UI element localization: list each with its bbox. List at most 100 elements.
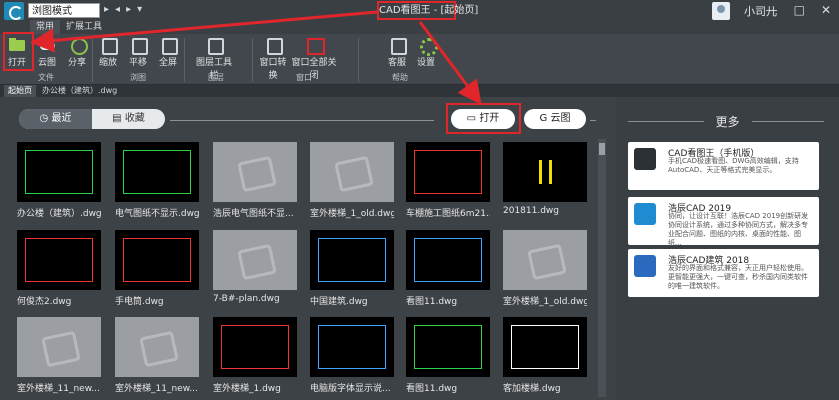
file-tile[interactable]: 手电筒.dwg (115, 230, 199, 307)
file-thumbnail (503, 317, 587, 377)
cloud-button[interactable]: 云图 (34, 36, 60, 68)
file-tile[interactable]: 中国建筑.dwg (310, 230, 394, 307)
mode-select[interactable]: 浏图模式 (28, 3, 100, 18)
file-name: 电气图纸不显示.dwg (115, 209, 199, 219)
file-name: 何俊杰2.dwg (17, 297, 72, 307)
divider (252, 38, 253, 82)
file-tile[interactable]: 7-B#-plan.dwg (213, 230, 297, 304)
recent-favorites-toggle: ◷ 最近 ▤ 收藏 (19, 109, 165, 129)
fullscreen-label: 全屏 (158, 58, 177, 68)
avatar[interactable] (712, 2, 730, 20)
product-card-gstarcad[interactable]: 浩辰CAD 2019 协同，让设计互联！浩辰CAD 2019创新研发协同设计系统… (628, 197, 819, 247)
tab-extended-tools[interactable]: 扩展工具 (60, 20, 108, 34)
file-name: 看图11.dwg (406, 384, 458, 394)
divider (590, 120, 596, 121)
cad-preview (318, 238, 386, 282)
window-switch-label: 窗口转换 (259, 58, 287, 81)
close-all-icon (305, 36, 325, 55)
file-tile[interactable]: 室外楼梯_1.dwg (213, 317, 297, 394)
cloud-g-icon: G (539, 113, 551, 124)
bookmark-icon: ▤ (112, 113, 125, 124)
cad-preview (511, 325, 579, 369)
file-thumbnail (115, 142, 199, 202)
file-tile[interactable]: 电气图纸不显示.dwg (115, 142, 199, 219)
share-button[interactable]: 分享 (64, 36, 90, 68)
file-tile[interactable]: 电脑版字体显示说... (310, 317, 394, 394)
product-card-mobile[interactable]: CAD看图王（手机版） 手机CAD极速看图、DWG高效编辑，支持AutoCAD、… (628, 142, 819, 190)
file-tile[interactable]: 201811.dwg (503, 142, 587, 216)
file-thumbnail-placeholder (503, 230, 587, 290)
app-logo-icon[interactable] (4, 2, 24, 20)
cloud-drawing-label: 云图 (550, 113, 571, 124)
file-tile[interactable]: 室外楼梯_11_new... (115, 317, 199, 394)
close-button[interactable]: ✕ (821, 3, 831, 17)
tab-start-page[interactable]: 起始页 (4, 85, 36, 97)
quick-access-toolbar: ▸ ◂ ▸ ▾ (104, 4, 142, 15)
divider (184, 38, 185, 82)
product-card-architecture[interactable]: 浩辰CAD建筑 2018 友好的界面和格式兼容，天正用户轻松使用。更智能更强大，… (628, 249, 819, 297)
window-switch-button[interactable]: 窗口转换 (257, 36, 289, 81)
dropdown-icon[interactable]: ▾ (137, 4, 142, 15)
support-button[interactable]: 客服 (384, 36, 410, 68)
pan-label: 平移 (128, 58, 147, 68)
cad-preview (25, 150, 93, 194)
file-name: 中国建筑.dwg (310, 297, 368, 307)
file-tile[interactable]: 室外楼梯_1_old.dwg (503, 230, 587, 307)
window-title: CAD看图王 - [起始页] (377, 1, 478, 20)
file-thumbnail (213, 317, 297, 377)
file-name: 7-B#-plan.dwg (213, 294, 280, 304)
card-description: 友好的界面和格式兼容，天正用户轻松使用。更智能更强大，一键可查，秒杀国内同类软件… (668, 264, 808, 290)
file-thumbnail-placeholder (310, 142, 394, 202)
cad-preview (25, 238, 93, 282)
open-folder-icon[interactable]: ▸ (104, 4, 109, 15)
favorites-label: 收藏 (124, 113, 145, 124)
file-name: 手电筒.dwg (115, 297, 164, 307)
cad-preview (539, 160, 542, 184)
file-tile[interactable]: 车棚施工图纸6m21... (406, 142, 490, 219)
favorites-tab[interactable]: ▤ 收藏 (92, 109, 165, 129)
file-thumbnail (310, 317, 394, 377)
title-bar: 浏图模式 ▸ ◂ ▸ ▾ CAD看图王 - [起始页] 小司儿 — □ ✕ (0, 0, 839, 22)
vertical-scrollbar[interactable] (598, 139, 606, 397)
settings-button[interactable]: 设置 (413, 36, 439, 68)
recent-tab[interactable]: ◷ 最近 (19, 109, 92, 129)
group-label-file: 文件 (38, 73, 54, 82)
zoom-label: 缩放 (98, 58, 117, 68)
layers-icon (205, 36, 224, 55)
file-thumbnail (115, 230, 199, 290)
file-tile[interactable]: 室外楼梯_11_new... (17, 317, 101, 394)
forward-icon[interactable]: ▸ (126, 4, 131, 15)
group-label-layer: 图层 (208, 73, 224, 82)
file-name: 浩辰电气图纸不显... (213, 209, 294, 219)
scrollbar-thumb[interactable] (599, 143, 605, 155)
file-tile[interactable]: 浩辰电气图纸不显... (213, 142, 297, 219)
zoom-icon (99, 36, 118, 55)
settings-label: 设置 (416, 58, 435, 68)
share-icon (68, 36, 88, 55)
cad-preview (123, 238, 191, 282)
maximize-button[interactable]: □ (794, 3, 805, 17)
pan-button[interactable]: 平移 (125, 36, 151, 68)
cloud-drawing-button[interactable]: G 云图 (524, 109, 586, 129)
file-tile[interactable]: 室外楼梯_1_old.dwg (310, 142, 394, 219)
gear-icon (417, 36, 438, 56)
window-controls: — □ ✕ (766, 3, 831, 17)
file-name: 201811.dwg (503, 206, 560, 216)
minimize-button[interactable]: — (766, 3, 778, 17)
group-label-window: 窗口 (296, 73, 312, 82)
back-icon[interactable]: ◂ (115, 4, 120, 15)
file-tile[interactable]: 看图11.dwg (406, 317, 490, 394)
file-tile[interactable]: 办公楼（建筑）.dwg (17, 142, 101, 219)
zoom-button[interactable]: 缩放 (95, 36, 121, 68)
divider (170, 120, 434, 121)
file-tile[interactable]: 看图11.dwg (406, 230, 490, 307)
file-thumbnail (17, 230, 101, 290)
fullscreen-button[interactable]: 全屏 (155, 36, 181, 68)
tab-office-building[interactable]: 办公楼（建筑）.dwg (38, 85, 121, 97)
tab-common[interactable]: 常用 (30, 20, 61, 34)
cad-preview (549, 160, 552, 184)
file-name: 看图11.dwg (406, 297, 458, 307)
file-tile[interactable]: 何俊杰2.dwg (17, 230, 101, 307)
file-tile[interactable]: 客加楼梯.dwg (503, 317, 587, 394)
more-panel: 更多 CAD看图王（手机版） 手机CAD极速看图、DWG高效编辑，支持AutoC… (616, 97, 839, 400)
